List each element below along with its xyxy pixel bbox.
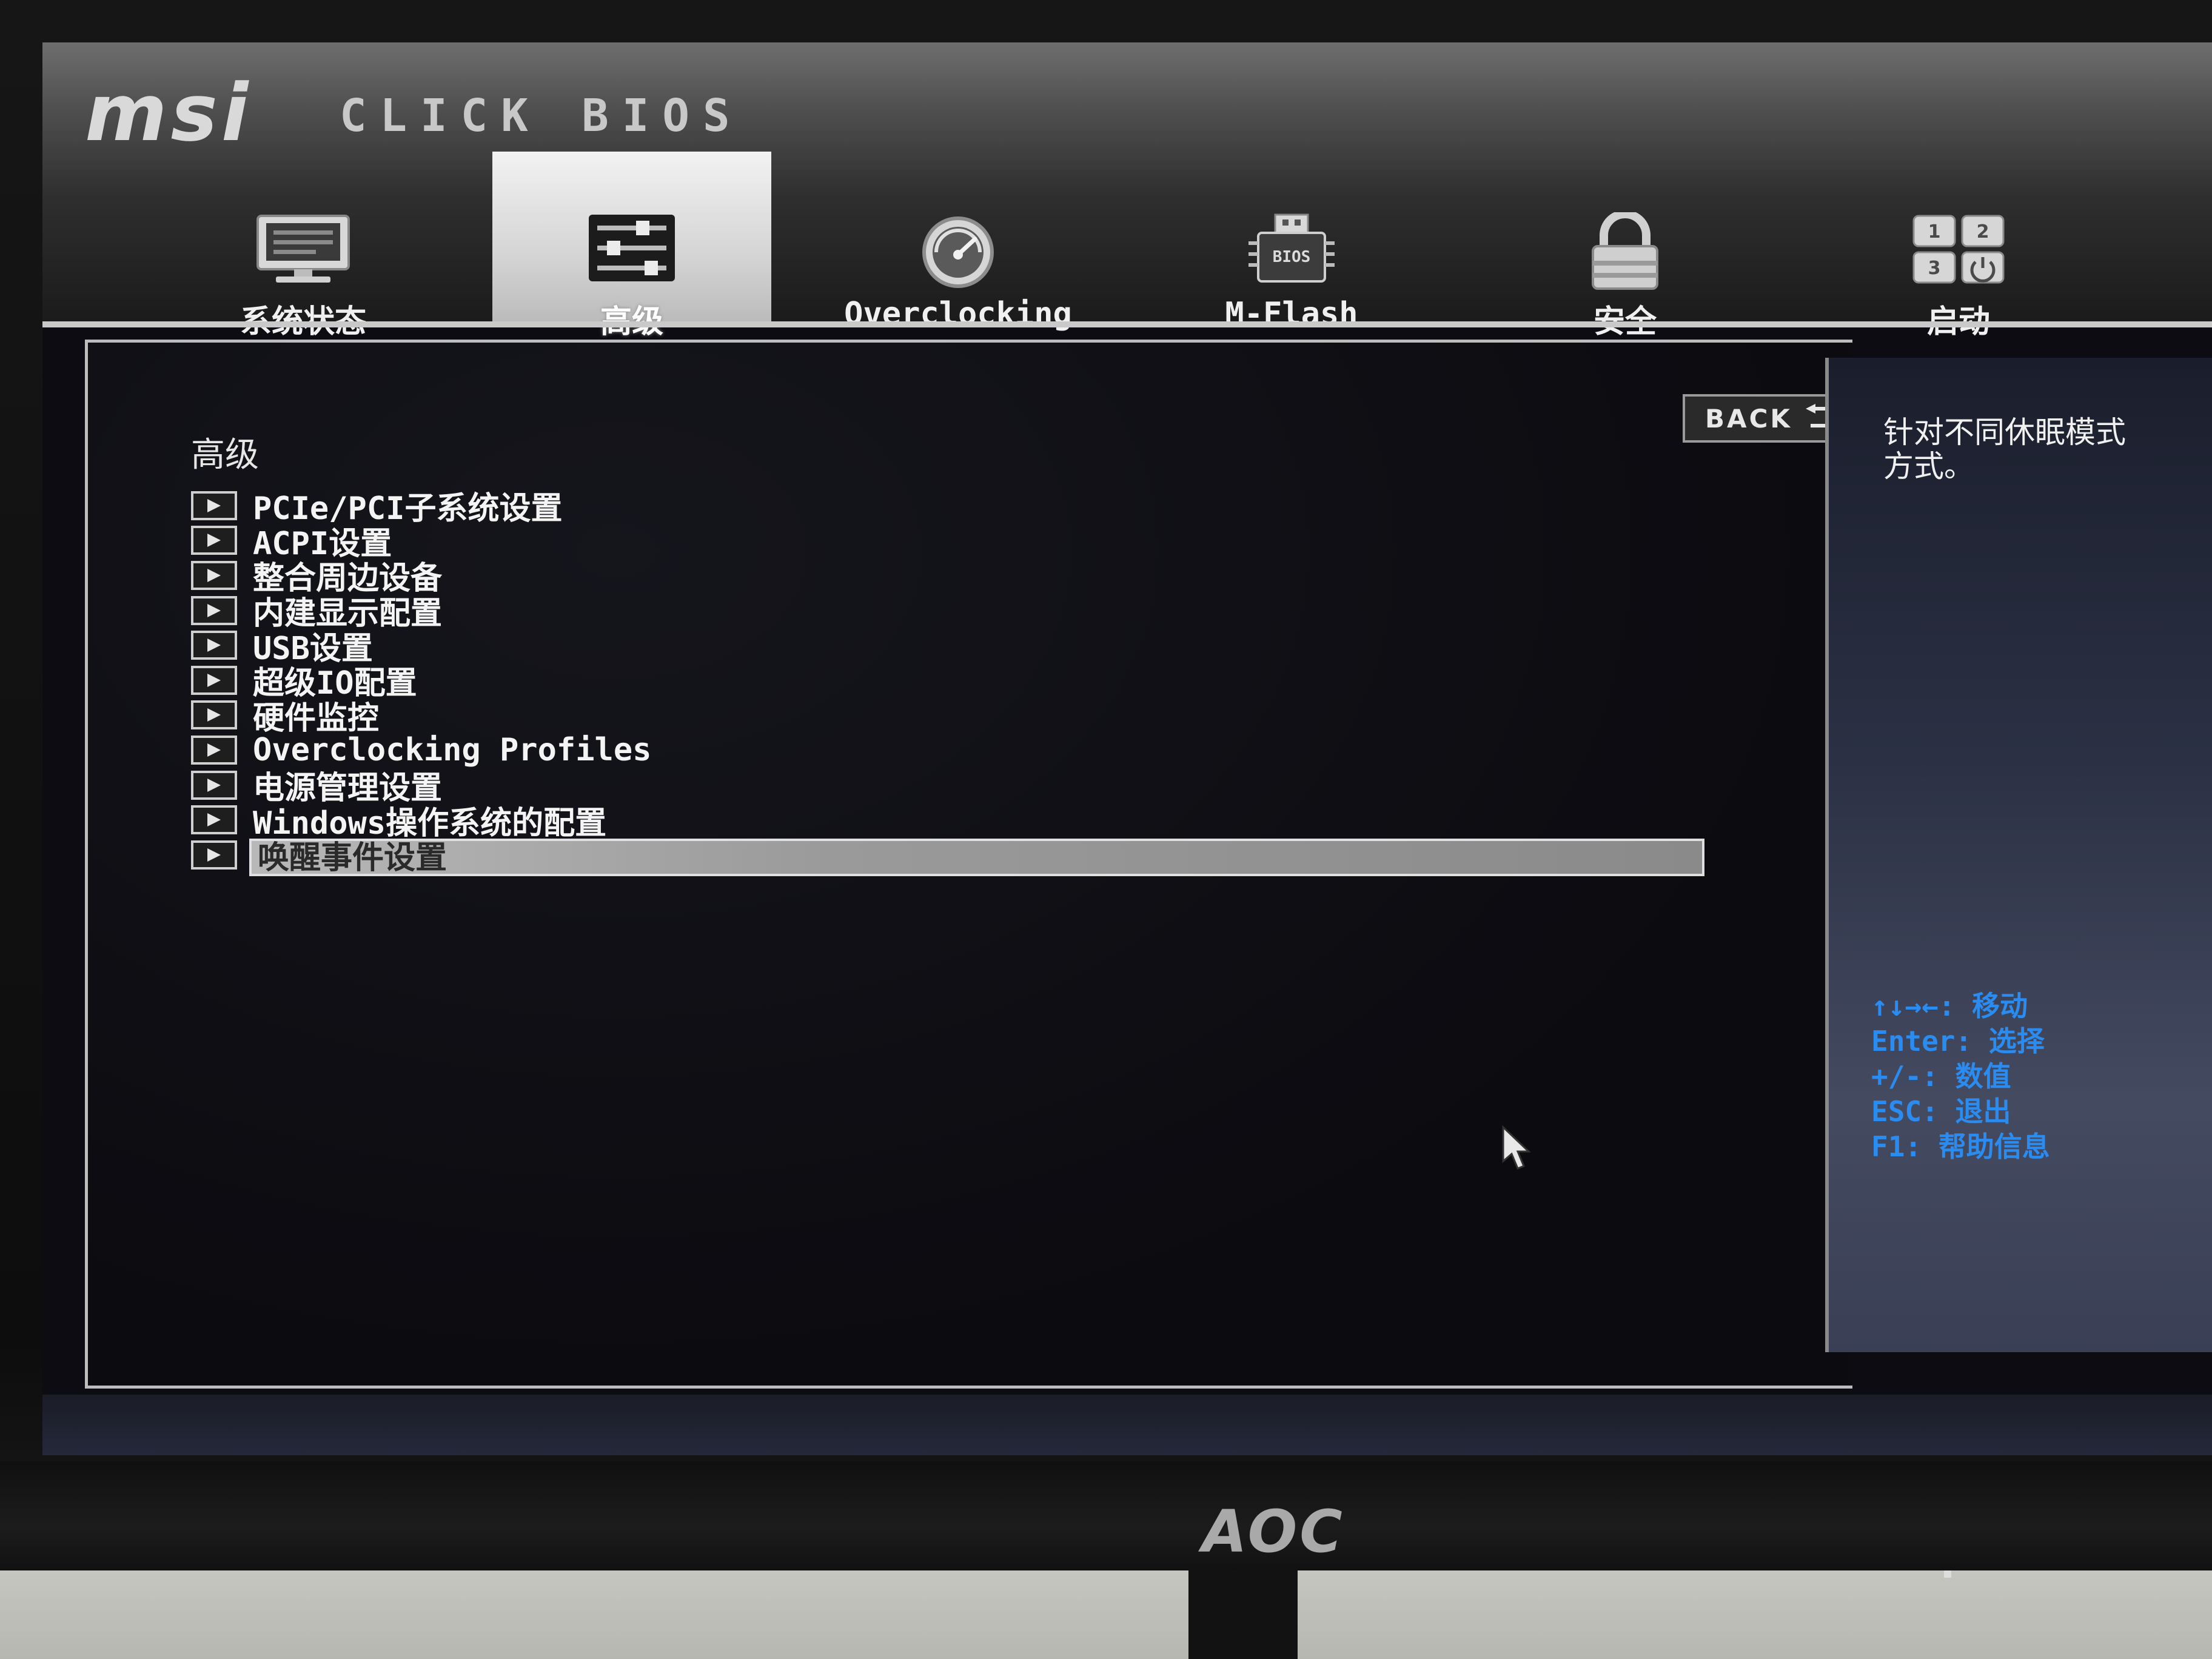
submenu-arrow-icon xyxy=(191,526,237,555)
selection-highlight xyxy=(249,838,1704,876)
tab-divider xyxy=(42,321,2212,327)
menu-item-wake-up-events[interactable]: 唤醒事件设置 xyxy=(191,837,1798,876)
tab-overclocking[interactable]: Overclocking xyxy=(819,152,1098,332)
svg-text:3: 3 xyxy=(1928,258,1941,279)
back-label: BACK xyxy=(1705,403,1792,434)
help-panel: 针对不同休眠模式 方式。 ↑↓→←: 移动 Enter: 选择 +/-: 数值 … xyxy=(1825,358,2212,1352)
key-hint-select: Enter: 选择 xyxy=(1871,1025,2045,1057)
key-hint-exit: ESC: 退出 xyxy=(1871,1095,2011,1128)
product-title: CLICK BIOS xyxy=(340,90,743,142)
key-hints: ↑↓→←: 移动 Enter: 选择 +/-: 数值 ESC: 退出 F1: 帮… xyxy=(1871,988,2050,1164)
tab-label: 安全 xyxy=(1486,296,1765,341)
monitor-icon xyxy=(252,212,355,290)
submenu-arrow-icon xyxy=(191,700,237,730)
tab-m-flash[interactable]: BIOS M-Flash xyxy=(1152,152,1431,332)
submenu-arrow-icon xyxy=(191,560,237,590)
menu-item-integrated-graphics[interactable]: 内建显示配置 xyxy=(191,593,1798,632)
tab-label: 启动 xyxy=(1819,296,2098,341)
menu-item-usb[interactable]: USB设置 xyxy=(191,628,1798,667)
screen-bottom-bar xyxy=(42,1395,2212,1455)
submenu-arrow-icon xyxy=(191,805,237,835)
key-hint-move: ↑↓→←: 移动 xyxy=(1871,990,2028,1022)
tab-advanced[interactable]: 高级 xyxy=(492,152,771,340)
bios-header: msi CLICK BIOS 系统状态 xyxy=(42,42,2212,340)
monitor-brand-logo: AOC xyxy=(1202,1498,1345,1566)
settings-panel: 高级 BACK PCIe/PCI子系统设置 ACPI设置 整合周边设备 内建显示… xyxy=(85,340,1858,1389)
menu-item-super-io[interactable]: 超级IO配置 xyxy=(191,663,1798,702)
bios-chip-icon: BIOS xyxy=(1240,212,1343,297)
submenu-arrow-icon xyxy=(191,595,237,625)
submenu-arrow-icon xyxy=(191,840,237,870)
tab-label: 系统状态 xyxy=(164,296,443,341)
help-description: 针对不同休眠模式 方式。 xyxy=(1883,415,2126,484)
tab-label: 高级 xyxy=(492,296,771,341)
section-title: 高级 xyxy=(191,435,259,475)
monitor-bottom-bezel xyxy=(0,1461,2212,1570)
settings-sliders-icon xyxy=(586,212,677,290)
key-hint-help: F1: 帮助信息 xyxy=(1871,1130,2050,1163)
svg-text:1: 1 xyxy=(1928,221,1941,243)
key-hint-value: +/-: 数值 xyxy=(1871,1060,2011,1093)
msi-logo: msi xyxy=(85,67,252,159)
bios-screen: msi CLICK BIOS 系统状态 xyxy=(42,42,2212,1455)
lock-icon xyxy=(1580,210,1671,293)
svg-text:2: 2 xyxy=(1977,221,1989,243)
power-led xyxy=(1944,1570,1951,1578)
menu-item-label: 硬件监控 xyxy=(253,700,380,737)
menu-item-hardware-monitor[interactable]: 硬件监控 xyxy=(191,698,1798,737)
tab-system-status[interactable]: 系统状态 xyxy=(164,152,443,340)
submenu-arrow-icon xyxy=(191,491,237,520)
mouse-pointer-icon xyxy=(1501,1125,1537,1176)
submenu-arrow-icon xyxy=(191,770,237,800)
menu-item-label: 唤醒事件设置 xyxy=(258,840,447,877)
boot-order-icon: 1 2 3 xyxy=(1910,212,2007,290)
submenu-arrow-icon xyxy=(191,631,237,660)
speedometer-icon xyxy=(910,212,1007,290)
submenu-arrow-icon xyxy=(191,735,237,765)
menu-item-pcie[interactable]: PCIe/PCI子系统设置 xyxy=(191,488,1798,527)
tab-security[interactable]: 安全 xyxy=(1486,152,1765,340)
submenu-arrow-icon xyxy=(191,665,237,695)
svg-text:BIOS: BIOS xyxy=(1273,248,1311,266)
tab-boot[interactable]: 1 2 3 启动 xyxy=(1819,152,2098,340)
menu-list: PCIe/PCI子系统设置 ACPI设置 整合周边设备 内建显示配置 USB设置… xyxy=(191,488,1798,876)
